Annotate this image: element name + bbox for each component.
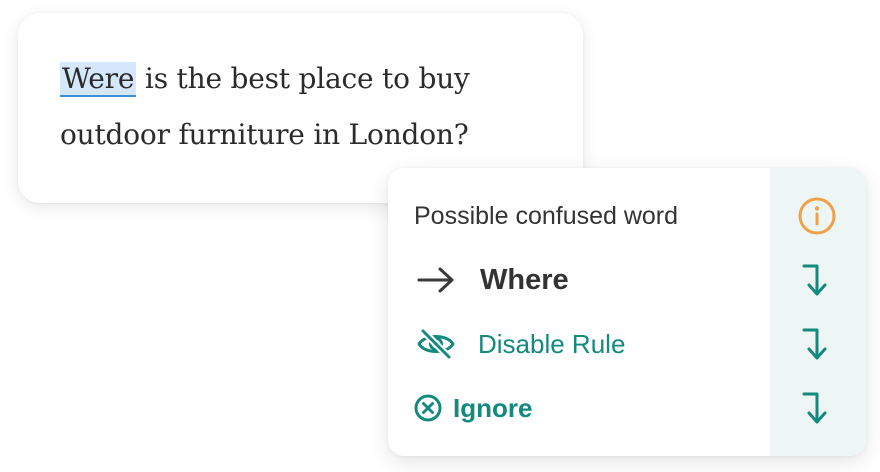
suggestion-label: Where — [480, 263, 569, 296]
popup-title: Possible confused word — [414, 201, 679, 230]
disable-rule-label: Disable Rule — [478, 328, 626, 359]
suggestion-popup: Possible confused word Where Disable Rul… — [388, 168, 866, 456]
popup-title-row: Possible confused word — [414, 186, 770, 246]
ignore-button[interactable]: Ignore — [413, 378, 770, 438]
editor-sentence[interactable]: Were is the best place to buy outdoor fu… — [60, 51, 570, 163]
info-circle-icon[interactable] — [791, 190, 843, 242]
apply-suggestion-icon[interactable] — [791, 254, 843, 306]
disable-rule-button[interactable]: Disable Rule — [416, 314, 770, 374]
apply-ignore-icon[interactable] — [791, 382, 843, 434]
right-arrow-icon — [416, 266, 456, 294]
flagged-word[interactable]: Were — [60, 62, 137, 97]
eye-slash-icon — [416, 328, 456, 360]
suggestion-where-button[interactable]: Where — [416, 250, 770, 310]
apply-disable-rule-icon[interactable] — [791, 318, 843, 370]
close-circle-icon — [413, 393, 443, 423]
ignore-label: Ignore — [453, 392, 533, 423]
